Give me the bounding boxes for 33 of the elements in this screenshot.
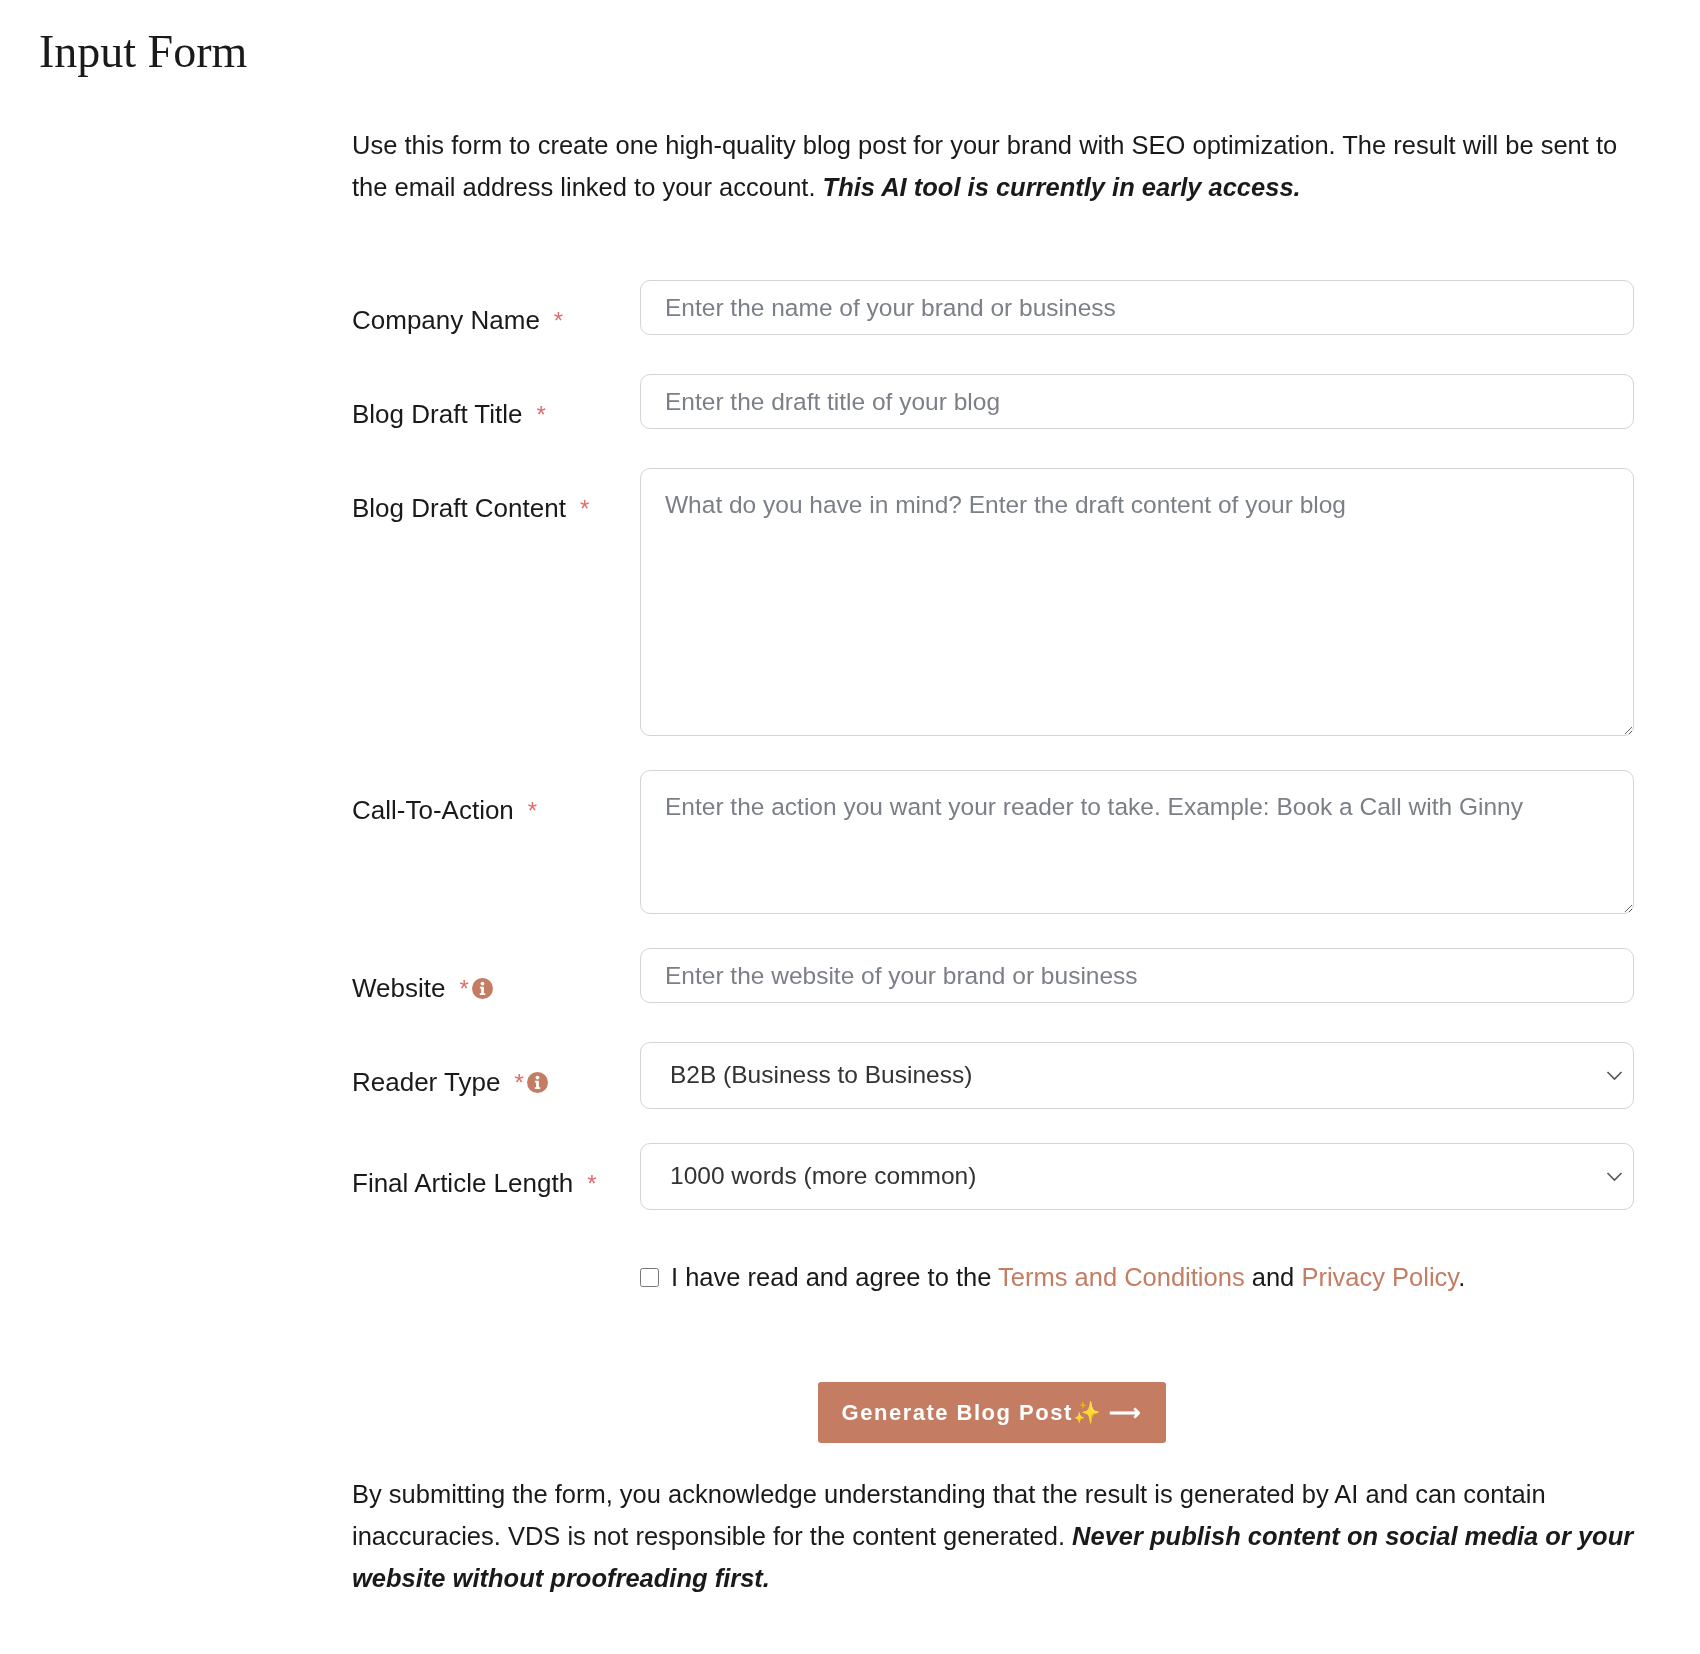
text-field[interactable]: Enter the draft title of your blog	[640, 374, 1634, 429]
text-area[interactable]: Enter the action you want your reader to take. Example: Book a Call with Ginny	[640, 770, 1634, 914]
field-label: Reader Type	[352, 1066, 501, 1099]
required-mark: *	[514, 1067, 524, 1098]
field-label: Final Article Length	[352, 1167, 574, 1200]
text-field[interactable]: Enter the name of your brand or business	[640, 280, 1634, 335]
field-label: Company Name	[352, 304, 540, 337]
select-field[interactable]: 1000 words (more common)	[640, 1143, 1634, 1210]
text-area[interactable]: What do you have in mind? Enter the draft content of your blog	[640, 468, 1634, 736]
info-icon[interactable]	[526, 1072, 548, 1093]
field-label: Blog Draft Title	[352, 398, 523, 431]
chevron-down-icon	[1606, 1070, 1623, 1081]
generate-button[interactable]: Generate Blog Post✨ ⟶	[818, 1382, 1166, 1444]
field-label: Website	[352, 972, 446, 1005]
disclaimer-paragraph: By submitting the form, you acknowledge understanding that the result is generated by AI and can contain inaccuracies. VDS is not responsible for the content generated. Never publish content on social media or your website without proofreading first.	[352, 1479, 1634, 1595]
required-mark: *	[553, 305, 564, 336]
field-label: Call-To-Action	[352, 794, 514, 827]
page-title: Input Form	[38, 25, 249, 79]
text-field[interactable]: Enter the website of your brand or business	[640, 948, 1634, 1003]
required-mark: *	[579, 493, 590, 524]
privacy-link[interactable]: Privacy Policy	[1301, 1263, 1459, 1291]
agreement-text: I have read and agree to the Terms and Conditions and Privacy Policy.	[671, 1262, 1466, 1293]
required-mark: *	[527, 795, 538, 826]
field-label: Blog Draft Content	[352, 492, 566, 525]
agree-checkbox[interactable]	[640, 1267, 659, 1287]
info-icon[interactable]	[471, 978, 493, 999]
select-field[interactable]: B2B (Business to Business)	[640, 1042, 1634, 1109]
chevron-down-icon	[1606, 1171, 1623, 1182]
required-mark: *	[587, 1168, 597, 1199]
intro-paragraph: Use this form to create one high-quality blog post for your brand with SEO optimization. The result will be sent to the email address linked to your account. This AI tool is currently in early access.	[352, 130, 1619, 203]
required-mark: *	[536, 399, 546, 430]
terms-link[interactable]: Terms and Conditions	[998, 1263, 1245, 1291]
required-mark: *	[459, 973, 469, 1004]
